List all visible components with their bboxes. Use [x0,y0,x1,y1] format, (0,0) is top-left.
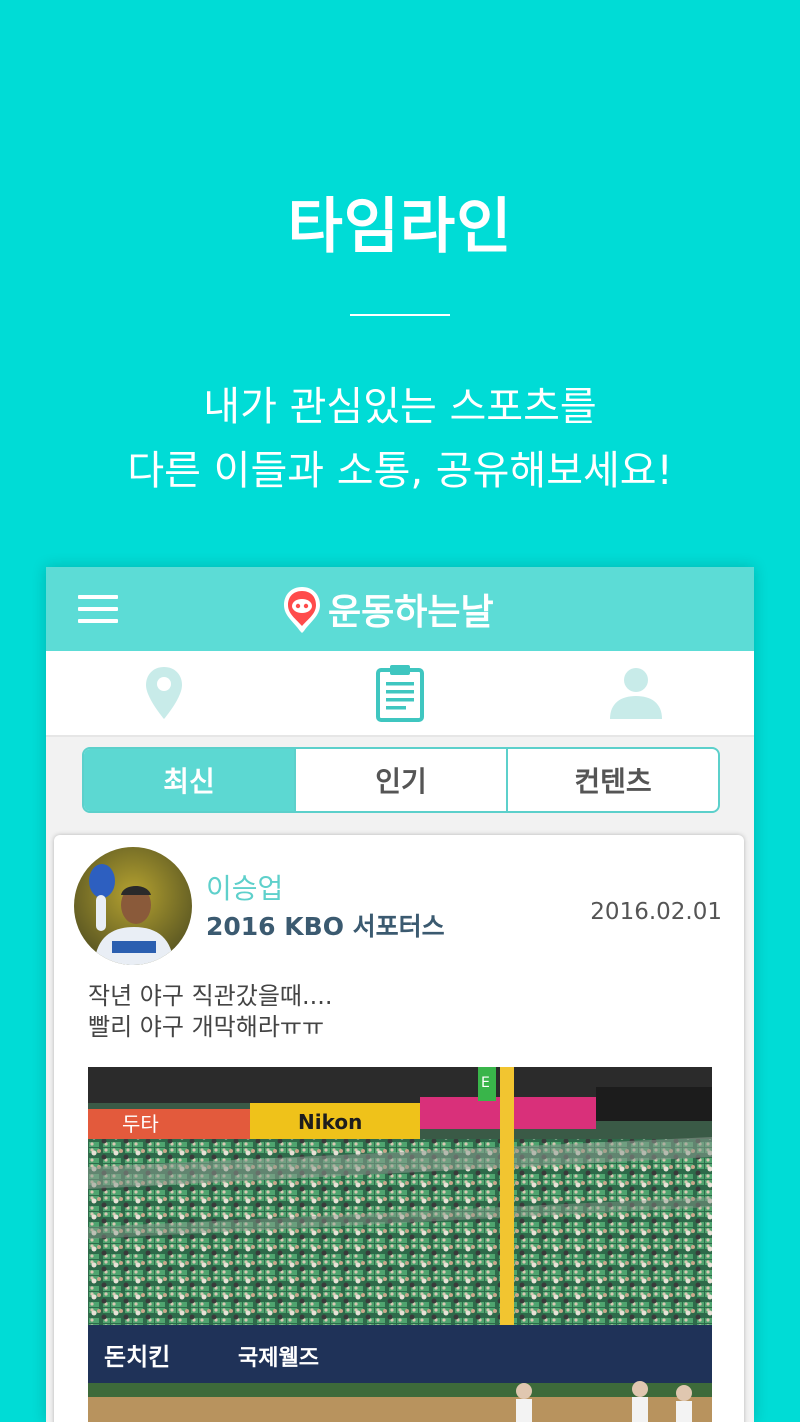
location-pin-icon [146,667,182,719]
post-text: 작년 야구 직관갔을때.... 빨리 야구 개막해라ㅠㅠ [88,981,333,1043]
app-brand-name: 운동하는날 [328,592,494,633]
author-group: 2016 KBO 서포터스 [206,912,445,941]
app-logo: 운동하는날 [282,585,494,633]
post-photo[interactable]: 두타 Nikon E 돈치킨 국제웰즈 [88,1067,712,1422]
user-profile-icon [610,668,662,719]
feed-tabs: 최신 인기 컨텐츠 [82,747,720,813]
sign-nikon: Nikon [298,1110,362,1134]
tab-contents[interactable]: 컨텐츠 [506,749,718,811]
promo-divider [350,314,450,316]
nav-timeline-button[interactable] [282,651,518,735]
menu-icon[interactable] [78,595,118,625]
tab-popular[interactable]: 인기 [294,749,506,811]
sign-doota: 두타 [122,1112,159,1136]
author-name[interactable]: 이승업 [206,867,283,907]
app-screen: 운동하는날 최신 인기 컨텐츠 이승업 2016 KBO 서포터스 2016.0… [46,567,754,1422]
post-text-line: 빨리 야구 개막해라ㅠㅠ [88,1013,325,1041]
app-bar: 운동하는날 [46,567,754,651]
sign-e: E [481,1075,490,1091]
promo-title: 타임라인 [287,192,513,262]
sign-gukjewells: 국제웰즈 [238,1346,319,1371]
tab-latest[interactable]: 최신 [84,749,294,811]
stadium-photo: 두타 Nikon E 돈치킨 국제웰즈 [88,1067,712,1422]
author-avatar[interactable] [74,847,192,965]
promo-subtitle-line1: 내가 관심있는 스포츠를 [203,384,597,430]
avatar-photo [74,847,192,965]
post-date: 2016.02.01 [590,899,722,925]
promo-subtitle-line2: 다른 이들과 소통, 공유해보세요! [127,448,673,494]
clipboard-icon [376,665,424,722]
icon-nav-bar [46,651,754,737]
nav-map-button[interactable] [46,651,282,735]
logo-mark-icon [284,587,320,633]
sign-donchicken: 돈치킨 [104,1343,170,1371]
post-text-line: 작년 야구 직관갔을때.... [88,982,333,1010]
timeline-post-card[interactable]: 이승업 2016 KBO 서포터스 2016.02.01 작년 야구 직관갔을때… [54,835,744,1422]
nav-profile-button[interactable] [518,651,754,735]
